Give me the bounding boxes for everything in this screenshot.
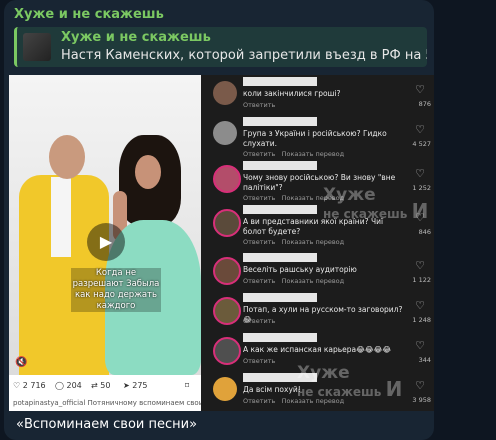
avatar[interactable] bbox=[213, 297, 241, 325]
watermark-logo: Хуже не скажешь И bbox=[323, 185, 429, 223]
username-redacted bbox=[243, 161, 317, 170]
username-redacted bbox=[243, 117, 317, 126]
comment-icon[interactable]: ◯ 204 bbox=[55, 381, 82, 390]
comment-text: Веселіть рашську аудиторію bbox=[243, 265, 357, 274]
comment-text: Група з України і російською? Гидко слух… bbox=[243, 129, 387, 148]
bookmark-icon[interactable]: ⌑ bbox=[185, 381, 189, 390]
heart-icon[interactable]: ♡ bbox=[415, 83, 425, 96]
reply-thumbnail bbox=[23, 33, 51, 61]
media-image[interactable]: ▶ Когда не разрешают Забыла как надо дер… bbox=[9, 75, 434, 411]
comment-actions: Ответить Показать перевод bbox=[243, 150, 344, 158]
comment-item: коли закінчилися гроші? Ответить ♡ 876 bbox=[201, 77, 434, 117]
translate-link[interactable]: Показать перевод bbox=[282, 277, 345, 285]
like-count: 2 716 bbox=[22, 381, 46, 390]
comment-text: коли закінчилися гроші? bbox=[243, 89, 341, 98]
avatar[interactable] bbox=[213, 121, 237, 145]
like-count: 846 bbox=[418, 228, 431, 236]
comment-actions: Ответить Показать перевод bbox=[243, 238, 344, 246]
comment-item: Група з України і російською? Гидко слух… bbox=[201, 117, 434, 158]
username-redacted bbox=[243, 205, 317, 214]
mute-icon[interactable]: 🔇 bbox=[15, 357, 27, 368]
like-count: 1 122 bbox=[412, 276, 431, 284]
repost-icon[interactable]: ⇄ 50 bbox=[91, 381, 110, 390]
heart-icon[interactable]: ♡ bbox=[415, 123, 425, 136]
comment-actions: Ответить bbox=[243, 101, 275, 109]
post-description: potapinastya_official Потяничному вспоми… bbox=[9, 399, 201, 411]
avatar[interactable] bbox=[213, 257, 241, 285]
watermark-logo: Хуже не скажешь И bbox=[297, 363, 403, 401]
reply-sender: Хуже и не скажешь bbox=[61, 30, 211, 45]
avatar[interactable] bbox=[213, 81, 237, 105]
comment-text: А как же испанская карьера😂😂😂😂 bbox=[243, 345, 392, 354]
username-redacted bbox=[243, 333, 317, 342]
heart-icon[interactable]: ♡ bbox=[415, 299, 425, 312]
share-icon[interactable]: ➤ 275 bbox=[123, 381, 148, 390]
comment-actions: Ответить bbox=[243, 317, 275, 325]
heart-icon[interactable]: ♡ 2 716 bbox=[13, 381, 46, 390]
reply-link[interactable]: Ответить bbox=[243, 317, 275, 325]
reply-link[interactable]: Ответить bbox=[243, 277, 275, 285]
reply-link[interactable]: Ответить bbox=[243, 101, 275, 109]
comments-panel: коли закінчилися гроші? Ответить ♡ 876 Г… bbox=[201, 75, 434, 411]
reply-preview[interactable]: Хуже и не скажешь Настя Каменских, котор… bbox=[14, 27, 427, 67]
woman-face bbox=[135, 155, 161, 189]
comment-count: 204 bbox=[66, 381, 82, 390]
heart-icon[interactable]: ♡ bbox=[415, 339, 425, 352]
comment-item: Потап, а хули на русском-то заговорил? 😂… bbox=[201, 293, 434, 333]
reply-link[interactable]: Ответить bbox=[243, 357, 275, 365]
reply-link[interactable]: Ответить bbox=[243, 150, 275, 158]
message-text: «Вспоминаем свои песни» bbox=[16, 417, 198, 432]
like-count: 4 527 bbox=[412, 140, 431, 148]
sender-name[interactable]: Хуже и не скажешь bbox=[14, 7, 164, 22]
reply-link[interactable]: Ответить bbox=[243, 238, 275, 246]
repost-count: 50 bbox=[100, 381, 111, 390]
heart-icon[interactable]: ♡ bbox=[415, 259, 425, 272]
avatar[interactable] bbox=[213, 337, 241, 365]
heart-icon[interactable]: ♡ bbox=[415, 167, 425, 180]
reply-link[interactable]: Ответить bbox=[243, 397, 275, 405]
like-count: 344 bbox=[418, 356, 431, 364]
comment-item: Веселіть рашську аудиторію Ответить Пока… bbox=[201, 253, 434, 293]
like-count: 3 958 bbox=[412, 396, 431, 404]
reply-text: Настя Каменских, которой запретили въезд… bbox=[61, 48, 427, 63]
video-frame[interactable]: ▶ Когда не разрешают Забыла как надо дер… bbox=[9, 75, 201, 411]
reply-link[interactable]: Ответить bbox=[243, 194, 275, 202]
like-count: 876 bbox=[418, 100, 431, 108]
avatar[interactable] bbox=[213, 165, 241, 193]
username-redacted bbox=[243, 253, 317, 262]
username-redacted bbox=[243, 293, 317, 302]
like-count: 1 248 bbox=[412, 316, 431, 324]
man-head bbox=[49, 135, 85, 179]
man-shirt bbox=[51, 177, 71, 257]
heart-icon[interactable]: ♡ bbox=[415, 379, 425, 392]
video-caption: Когда не разрешают Забыла как надо держа… bbox=[71, 268, 161, 312]
translate-link[interactable]: Показать перевод bbox=[282, 238, 345, 246]
message-bubble: Хуже и не скажешь Хуже и не скажешь Наст… bbox=[4, 0, 434, 440]
post-actions-bar: ♡ 2 716 ◯ 204 ⇄ 50 ➤ 275 ⌑ bbox=[9, 375, 201, 399]
username-redacted bbox=[243, 77, 317, 86]
share-count: 275 bbox=[132, 381, 148, 390]
avatar[interactable] bbox=[213, 209, 241, 237]
translate-link[interactable]: Показать перевод bbox=[282, 150, 345, 158]
comment-actions: Ответить bbox=[243, 357, 275, 365]
avatar[interactable] bbox=[213, 377, 237, 401]
play-icon[interactable]: ▶ bbox=[87, 223, 125, 261]
comment-actions: Ответить Показать перевод bbox=[243, 277, 344, 285]
